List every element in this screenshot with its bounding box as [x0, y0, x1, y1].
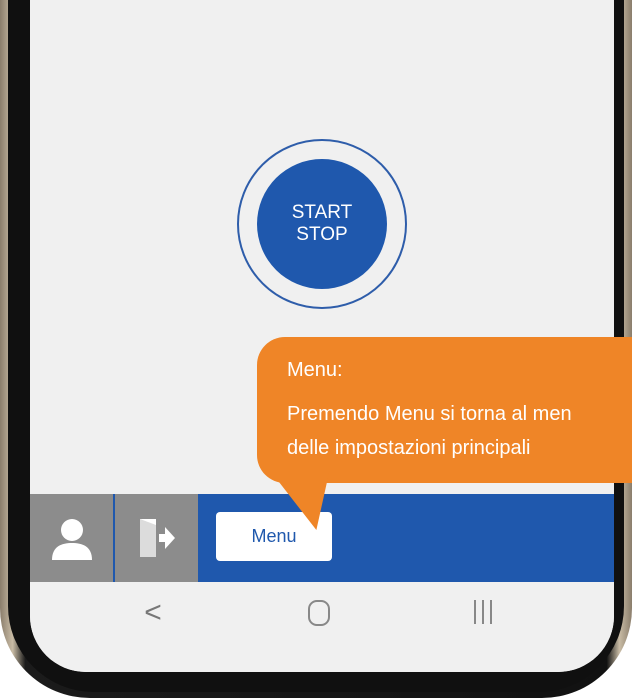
menu-button-label: Menu — [251, 526, 297, 546]
user-button[interactable] — [30, 494, 113, 582]
user-icon — [51, 519, 92, 560]
start-stop-button[interactable]: START STOP — [257, 159, 387, 289]
menu-tooltip: Menu: Premendo Menu si torna al men dell… — [257, 337, 632, 483]
logout-button[interactable] — [115, 494, 198, 582]
phone-screen: START STOP Menu < — [30, 0, 614, 672]
logout-icon — [139, 519, 175, 557]
back-icon[interactable]: < — [138, 596, 168, 630]
stop-label: STOP — [296, 224, 348, 245]
start-label: START — [291, 202, 353, 223]
tooltip-text-line2: delle impostazioni principali — [287, 437, 531, 459]
recents-icon[interactable] — [472, 600, 494, 626]
home-icon[interactable] — [308, 600, 330, 626]
tooltip-text-line1: Premendo Menu si torna al men — [287, 403, 572, 425]
tooltip-title: Menu: — [287, 359, 343, 381]
android-nav-bar: < — [30, 582, 614, 672]
